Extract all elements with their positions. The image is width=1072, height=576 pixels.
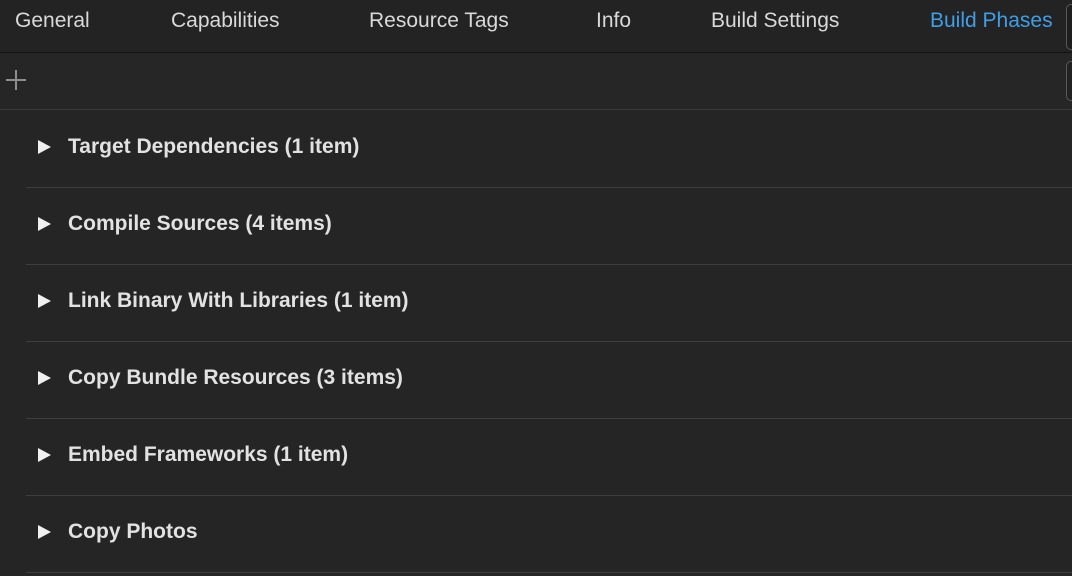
phase-copy-photos[interactable]: Copy Photos xyxy=(26,495,1072,573)
disclosure-triangle-right-icon[interactable] xyxy=(38,448,51,462)
phase-label: Copy Photos xyxy=(68,520,198,543)
disclosure-triangle-right-icon[interactable] xyxy=(38,294,51,308)
editor-tab-bar: General Capabilities Resource Tags Info … xyxy=(0,0,1072,53)
plus-icon[interactable] xyxy=(4,68,28,92)
toolbar-edge-control[interactable] xyxy=(1066,61,1072,101)
build-phases-toolbar xyxy=(0,53,1072,110)
phase-label: Compile Sources (4 items) xyxy=(68,212,332,235)
phase-compile-sources[interactable]: Compile Sources (4 items) xyxy=(26,187,1072,265)
tab-resource-tags[interactable]: Resource Tags xyxy=(369,9,509,33)
phase-target-dependencies[interactable]: Target Dependencies (1 item) xyxy=(26,110,1072,188)
phase-label: Link Binary With Libraries (1 item) xyxy=(68,289,409,312)
phase-label: Target Dependencies (1 item) xyxy=(68,135,360,158)
tab-info[interactable]: Info xyxy=(596,9,631,33)
phase-link-binary-with-libraries[interactable]: Link Binary With Libraries (1 item) xyxy=(26,264,1072,342)
tab-general[interactable]: General xyxy=(15,9,90,33)
disclosure-triangle-right-icon[interactable] xyxy=(38,525,51,539)
disclosure-triangle-right-icon[interactable] xyxy=(38,217,51,231)
phase-label: Embed Frameworks (1 item) xyxy=(68,443,349,466)
tab-build-settings[interactable]: Build Settings xyxy=(711,9,839,33)
disclosure-triangle-right-icon[interactable] xyxy=(38,371,51,385)
tab-bar-edge-control[interactable] xyxy=(1066,4,1072,50)
tab-capabilities[interactable]: Capabilities xyxy=(171,9,280,33)
phase-label: Copy Bundle Resources (3 items) xyxy=(68,366,403,389)
build-phase-list: Target Dependencies (1 item) Compile Sou… xyxy=(0,110,1072,576)
phase-embed-frameworks[interactable]: Embed Frameworks (1 item) xyxy=(26,418,1072,496)
disclosure-triangle-right-icon[interactable] xyxy=(38,140,51,154)
phase-copy-bundle-resources[interactable]: Copy Bundle Resources (3 items) xyxy=(26,341,1072,419)
tab-build-phases[interactable]: Build Phases xyxy=(930,9,1053,33)
